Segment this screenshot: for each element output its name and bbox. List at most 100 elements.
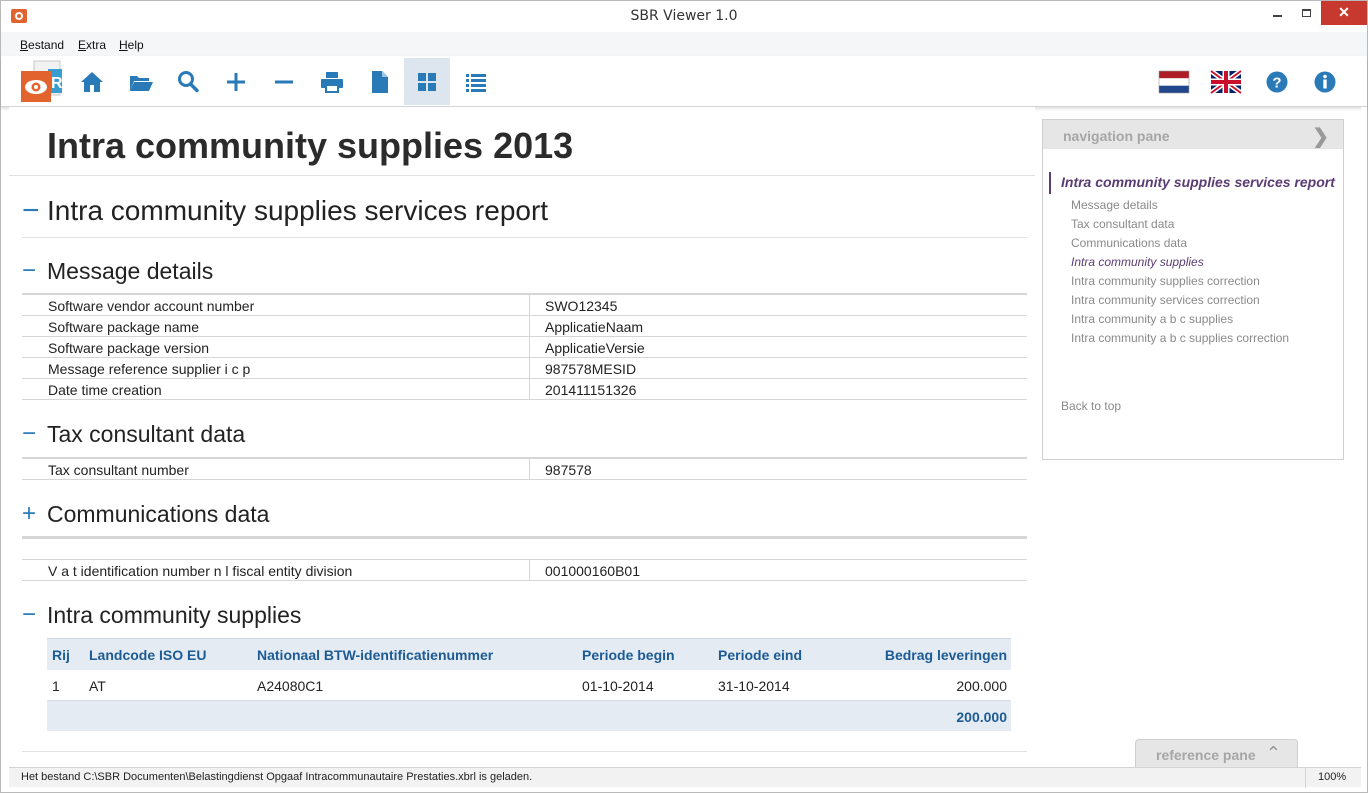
row-value: 001000160B01 — [545, 563, 640, 579]
reference-pane-title: reference pane — [1156, 747, 1256, 763]
report-collapse-toggle[interactable]: − — [22, 194, 40, 228]
minus-icon — [275, 80, 293, 83]
table-cell: A24080C1 — [257, 678, 324, 694]
minimize-button[interactable] — [1262, 1, 1292, 25]
menu-help[interactable]: Help — [119, 38, 144, 52]
supplies-toggle[interactable]: − — [22, 601, 36, 629]
nav-item-supplies-correction[interactable]: Intra community supplies correction — [1071, 274, 1260, 288]
chevron-right-icon[interactable]: ❯ — [1312, 124, 1329, 149]
document-button[interactable] — [357, 58, 403, 105]
row-key: Date time creation — [48, 382, 162, 398]
help-button[interactable]: ? — [1254, 58, 1300, 105]
language-en-button[interactable] — [1203, 58, 1249, 105]
scrollbar[interactable] — [1361, 107, 1367, 787]
row-key: Software package version — [48, 340, 210, 356]
grid-view-button[interactable] — [404, 58, 450, 105]
table-cell: AT — [89, 678, 106, 694]
communications-toggle[interactable]: + — [22, 500, 36, 528]
document-view: Intra community supplies 2013 − Intra co… — [9, 107, 1035, 767]
column-header: Nationaal BTW-identificatienummer — [257, 647, 494, 663]
table-cell: 01-10-2014 — [582, 678, 654, 694]
minimize-icon — [1272, 15, 1282, 17]
supplies-heading: Intra community supplies — [47, 602, 302, 628]
table-row: Tax consultant number 987578 — [22, 459, 1027, 480]
window-title: SBR Viewer 1.0 — [630, 8, 738, 24]
nav-item-report[interactable]: Intra community supplies services report — [1061, 174, 1335, 190]
tax-consultant-toggle[interactable]: − — [22, 420, 36, 448]
navigation-pane: navigation pane ❯ Intra community suppli… — [1042, 119, 1344, 460]
message-details-table: Software vendor account number SWO12345 S… — [22, 293, 1027, 400]
help-icon: ? — [1266, 71, 1288, 92]
maximize-icon — [1301, 9, 1311, 17]
table-cell: 200.000 — [956, 678, 1007, 694]
reference-pane-tab[interactable]: reference pane ⌃ — [1135, 739, 1298, 767]
menu-bestand[interactable]: Bestand — [20, 38, 64, 52]
nav-item-abc-supplies-correction[interactable]: Intra community a b c supplies correctio… — [1071, 331, 1289, 345]
maximize-button[interactable] — [1291, 1, 1321, 25]
back-to-top-link[interactable]: Back to top — [1061, 399, 1121, 413]
message-details-toggle[interactable]: − — [22, 257, 36, 285]
menu-extra[interactable]: Extra — [78, 38, 106, 52]
communications-table: V a t identification number n l fiscal e… — [22, 559, 1027, 581]
communications-heading: Communications data — [47, 501, 270, 527]
app-window: SBR Viewer 1.0 ✕ Bestand Extra Help R ? … — [0, 0, 1368, 793]
report-title: Intra community supplies services report — [47, 195, 549, 226]
nav-item-abc-supplies[interactable]: Intra community a b c supplies — [1071, 312, 1233, 326]
menu-help-label: elp — [127, 38, 144, 52]
table-row: Software package version ApplicatieVersie — [22, 337, 1027, 358]
zoom-out-button[interactable] — [261, 58, 307, 105]
print-icon — [321, 71, 343, 93]
navigation-pane-title: navigation pane — [1063, 128, 1170, 144]
menu-help-accel: H — [119, 38, 128, 52]
print-button[interactable] — [309, 58, 355, 105]
column-header: Periode begin — [582, 647, 675, 663]
close-button[interactable]: ✕ — [1321, 1, 1367, 25]
open-folder-icon — [130, 75, 153, 91]
menu-bestand-accel: B — [20, 38, 29, 52]
table-row: Message reference supplier i c p 987578ME… — [22, 358, 1027, 379]
chevron-up-icon[interactable]: ⌃ — [1266, 743, 1281, 764]
column-header: Rij — [52, 647, 70, 663]
open-button[interactable] — [118, 58, 164, 105]
flag-nl-icon — [1158, 70, 1190, 93]
nav-item-supplies[interactable]: Intra community supplies — [1071, 255, 1204, 269]
info-icon — [1314, 71, 1336, 92]
message-details-heading: Message details — [47, 258, 214, 284]
column-header: Landcode ISO EU — [89, 647, 207, 663]
document-title: Intra community supplies 2013 — [47, 125, 574, 166]
total-amount: 200.000 — [956, 709, 1007, 725]
flag-uk-icon — [1210, 68, 1242, 95]
navigation-pane-header[interactable]: navigation pane ❯ — [1043, 120, 1343, 149]
table-cell: 31-10-2014 — [718, 678, 790, 694]
table-row: Software package name ApplicatieNaam — [22, 316, 1027, 337]
search-button[interactable] — [165, 58, 211, 105]
info-button[interactable] — [1302, 58, 1348, 105]
column-header: Periode eind — [718, 647, 803, 663]
table-total-row: 200.000 — [47, 701, 1011, 731]
row-key: Message reference supplier i c p — [48, 361, 251, 377]
zoom-in-button[interactable] — [213, 58, 259, 105]
row-value: SWO12345 — [545, 298, 618, 314]
home-icon — [81, 71, 103, 92]
nav-active-bar — [1049, 172, 1051, 194]
tax-consultant-heading: Tax consultant data — [47, 421, 246, 447]
row-value: 987578MESID — [545, 361, 637, 377]
column-header: Bedrag leveringen — [884, 647, 1007, 663]
table-row: V a t identification number n l fiscal e… — [22, 560, 1027, 581]
table-header: Rij Landcode ISO EU Nationaal BTW-identi… — [47, 638, 1011, 670]
status-message: Het bestand C:\SBR Documenten\Belastingd… — [21, 771, 533, 783]
table-row: Date time creation 201411151326 — [22, 379, 1027, 400]
nav-item-communications[interactable]: Communications data — [1071, 236, 1187, 250]
menu-bestand-label: estand — [28, 38, 65, 52]
tax-consultant-table: Tax consultant number 987578 — [22, 457, 1027, 480]
menu-extra-label: xtra — [86, 38, 107, 52]
svg-text:?: ? — [1272, 74, 1281, 91]
list-view-button[interactable] — [453, 58, 499, 105]
svg-text:R: R — [51, 75, 63, 92]
table-row: 1 AT A24080C1 01-10-2014 31-10-2014 200.… — [47, 670, 1011, 701]
nav-item-message-details[interactable]: Message details — [1071, 198, 1158, 212]
language-nl-button[interactable] — [1151, 58, 1197, 105]
nav-item-services-correction[interactable]: Intra community services correction — [1071, 293, 1260, 307]
nav-item-tax-consultant[interactable]: Tax consultant data — [1071, 217, 1174, 231]
home-button[interactable] — [69, 58, 115, 105]
